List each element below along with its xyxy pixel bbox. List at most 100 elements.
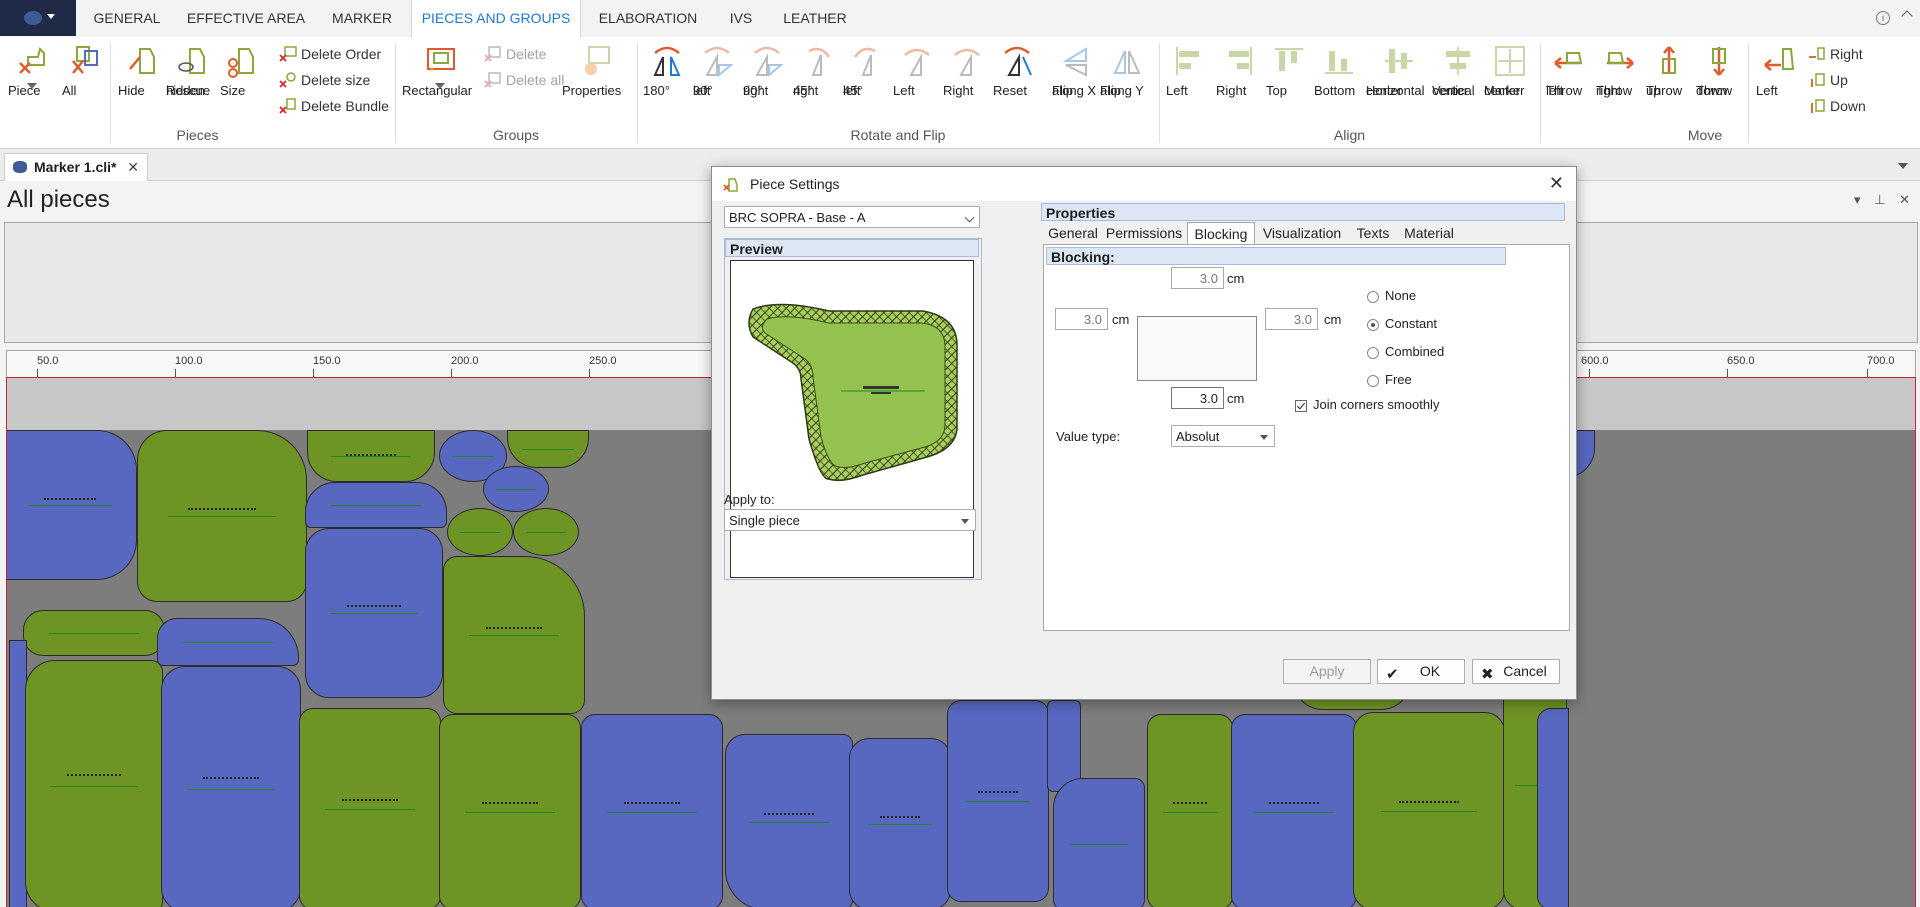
cancel-button[interactable]: ✖ Cancel — [1472, 659, 1560, 684]
rescue-hidden-button[interactable]: Rescue hidden — [166, 43, 218, 123]
rotate-90-right-button[interactable]: 90° right — [743, 43, 791, 123]
tab-general[interactable]: GENERAL — [86, 0, 168, 37]
align-left-button[interactable]: Left — [1166, 43, 1212, 123]
chevron-down-icon[interactable] — [1898, 163, 1908, 169]
tab-elaboration[interactable]: ELABORATION — [592, 0, 704, 37]
blocking-right-input[interactable]: 3.0 — [1265, 308, 1318, 330]
marker-piece[interactable] — [7, 430, 137, 580]
size-button[interactable]: Size — [220, 43, 262, 123]
rotate-90-left-button[interactable]: 90° left — [693, 43, 741, 123]
value-type-select[interactable]: Absolut — [1171, 425, 1275, 447]
tab-pieces-and-groups[interactable]: PIECES AND GROUPS — [411, 0, 581, 38]
align-bottom-button[interactable]: Bottom — [1314, 43, 1364, 123]
hide-button[interactable]: Hide — [118, 43, 166, 123]
marker-piece[interactable] — [447, 508, 513, 556]
move-left-button[interactable]: Left — [1756, 43, 1802, 123]
throw-left-button[interactable]: Throw left — [1546, 43, 1592, 123]
tab-marker[interactable]: MARKER — [324, 0, 400, 37]
mode-constant-radio[interactable] — [1367, 319, 1379, 331]
ok-button[interactable]: ✔ OK — [1377, 659, 1465, 684]
tab-leather[interactable]: LEATHER — [778, 0, 852, 37]
group-delete-all-button[interactable]: Delete all — [484, 69, 564, 91]
marker-piece[interactable] — [1353, 712, 1505, 907]
close-icon[interactable]: ✕ — [127, 154, 139, 180]
all-button[interactable]: All — [62, 43, 104, 123]
tab-general[interactable]: General — [1043, 222, 1103, 244]
align-marker-center-button[interactable]: Marker center — [1484, 43, 1536, 123]
tab-ivs[interactable]: IVS — [718, 0, 764, 37]
flip-along-x-button[interactable]: Flip along X — [1052, 43, 1100, 123]
rotate-45-right-button[interactable]: 45° right — [793, 43, 841, 123]
align-vertical-center-button[interactable]: Vertical center — [1432, 43, 1484, 123]
group-delete-button[interactable]: Delete — [484, 43, 546, 65]
marker-piece[interactable] — [23, 610, 165, 656]
close-icon[interactable]: ✕ — [1899, 192, 1910, 208]
tab-permissions[interactable]: Permissions — [1103, 222, 1185, 244]
document-tab-marker[interactable]: Marker 1.cli* ✕ — [4, 153, 148, 181]
marker-piece[interactable] — [443, 556, 585, 714]
tab-material[interactable]: Material — [1397, 222, 1461, 244]
marker-piece[interactable] — [137, 430, 307, 602]
marker-piece[interactable] — [483, 466, 549, 512]
flip-along-y-button[interactable]: Flip along Y — [1100, 43, 1154, 123]
delete-order-button[interactable]: Delete Order — [279, 43, 381, 65]
apply-to-select[interactable]: Single piece — [724, 509, 976, 531]
throw-up-button[interactable]: Throw up — [1646, 43, 1692, 123]
pin-icon[interactable]: ⊥ — [1874, 192, 1885, 208]
marker-piece[interactable] — [507, 430, 589, 468]
marker-piece[interactable] — [1537, 708, 1569, 907]
group-properties-button[interactable]: Properties — [562, 43, 632, 123]
marker-piece[interactable] — [161, 666, 301, 907]
marker-piece[interactable] — [849, 738, 951, 907]
tab-visualization[interactable]: Visualization — [1255, 222, 1349, 244]
app-menu-button[interactable] — [0, 0, 76, 36]
reset-rotation-button[interactable]: Reset — [993, 43, 1041, 123]
dialog-close-icon[interactable]: ✕ — [1549, 173, 1564, 194]
marker-piece[interactable] — [1053, 778, 1145, 907]
marker-piece[interactable] — [307, 430, 435, 482]
chevron-down-icon[interactable]: ▾ — [1854, 192, 1861, 208]
marker-piece[interactable] — [439, 714, 581, 907]
piece-select[interactable]: BRC SOPRA - Base - A — [724, 206, 980, 228]
tab-blocking[interactable]: Blocking — [1187, 222, 1255, 246]
mode-free-radio[interactable] — [1367, 375, 1379, 387]
move-down-button[interactable]: Down — [1808, 95, 1866, 117]
marker-piece[interactable] — [513, 508, 579, 556]
marker-piece[interactable] — [305, 482, 447, 528]
marker-piece[interactable] — [581, 714, 723, 907]
piece-button[interactable]: Piece — [8, 43, 56, 123]
marker-piece[interactable] — [947, 700, 1049, 902]
rectangular-button[interactable]: Rectangular — [402, 43, 478, 123]
collapse-ribbon-icon[interactable] — [1901, 10, 1913, 22]
marker-piece[interactable] — [299, 708, 441, 907]
move-right-button[interactable]: Right — [1808, 43, 1863, 65]
rotate-45-left-button[interactable]: 45° left — [843, 43, 891, 123]
marker-piece[interactable] — [1147, 714, 1233, 907]
tab-effective-area[interactable]: EFFECTIVE AREA — [182, 0, 310, 37]
mode-none-radio[interactable] — [1367, 291, 1379, 303]
marker-piece[interactable] — [305, 528, 443, 698]
apply-button[interactable]: Apply — [1283, 659, 1371, 684]
move-up-button[interactable]: Up — [1808, 69, 1848, 91]
delete-size-button[interactable]: Delete size — [279, 69, 370, 91]
marker-piece[interactable] — [1231, 714, 1357, 907]
mode-combined-radio[interactable] — [1367, 347, 1379, 359]
delete-bundle-button[interactable]: Delete Bundle — [279, 95, 389, 117]
rotate-180-button[interactable]: 180° — [643, 43, 691, 123]
blocking-left-input[interactable]: 3.0 — [1055, 308, 1108, 330]
marker-piece[interactable] — [725, 734, 853, 907]
marker-piece[interactable] — [157, 618, 299, 666]
blocking-bottom-input[interactable]: 3.0 — [1171, 387, 1224, 409]
align-right-button[interactable]: Right — [1216, 43, 1262, 123]
join-corners-checkbox[interactable] — [1295, 400, 1307, 412]
align-horizontal-center-button[interactable]: Horizontal center — [1366, 43, 1432, 123]
throw-right-button[interactable]: Throw right — [1596, 43, 1642, 123]
throw-down-button[interactable]: Throw down — [1696, 43, 1742, 123]
tab-texts[interactable]: Texts — [1351, 222, 1395, 244]
rotate-left-button[interactable]: Left — [893, 43, 941, 123]
align-top-button[interactable]: Top — [1266, 43, 1312, 123]
info-icon[interactable]: i — [1876, 11, 1890, 25]
marker-piece[interactable] — [25, 660, 163, 907]
rotate-right-button[interactable]: Right — [943, 43, 991, 123]
blocking-top-input[interactable]: 3.0 — [1171, 267, 1224, 289]
